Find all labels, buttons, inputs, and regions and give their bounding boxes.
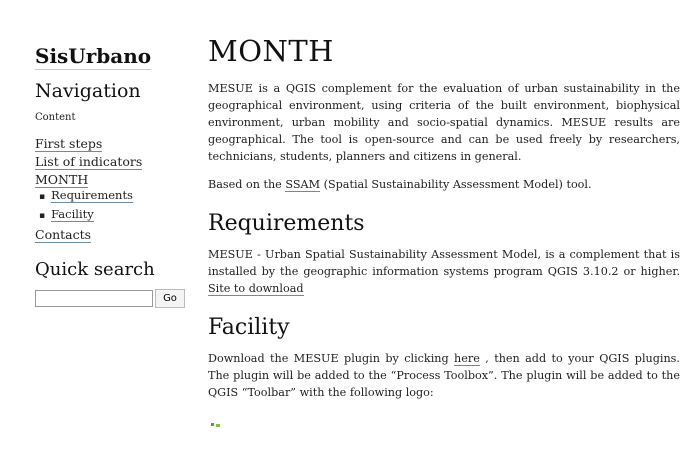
ssam-link[interactable]: SSAM <box>285 178 321 192</box>
quick-search-heading: Quick search <box>35 259 155 280</box>
toc-link-facility[interactable]: Facility <box>51 207 94 222</box>
toc-item: List of indicators <box>35 154 185 170</box>
facility-heading: Facility <box>208 315 290 340</box>
site-brand[interactable]: SisUrbano <box>35 44 152 70</box>
navigation-heading: Navigation <box>35 80 141 102</box>
mesue-logo-icon <box>211 423 220 427</box>
toc-item: First steps <box>35 136 185 152</box>
toc-link-contacts[interactable]: Contacts <box>35 227 92 243</box>
toc-item: MONTH Requirements Facility <box>35 172 185 224</box>
toc-list: First steps List of indicators MONTH Req… <box>35 136 185 243</box>
based-on-paragraph: Based on the SSAM (Spatial Sustainabilit… <box>208 176 680 193</box>
toc-link-month[interactable]: MONTH <box>35 172 89 188</box>
main-content: MONTH MESUE is a QGIS complement for the… <box>208 34 680 431</box>
facility-prefix: Download the MESUE plugin by clicking <box>208 352 455 365</box>
search-form: Go <box>35 289 185 308</box>
toc-link-list-of-indicators[interactable]: List of indicators <box>35 154 143 170</box>
facility-paragraph: Download the MESUE plugin by clicking he… <box>208 350 680 401</box>
toc-link-first-steps[interactable]: First steps <box>35 136 103 152</box>
page-title: MONTH <box>208 34 334 68</box>
requirements-paragraph: MESUE - Urban Spatial Sustainability Ass… <box>208 246 680 297</box>
based-on-prefix: Based on the <box>208 178 286 191</box>
toc-subitem: Facility <box>39 207 185 224</box>
sidebar: SisUrbano Navigation Content First steps… <box>35 44 185 308</box>
intro-paragraph: MESUE is a QGIS complement for the evalu… <box>208 82 680 163</box>
here-link[interactable]: here <box>454 352 480 366</box>
toc-item: Contacts <box>35 227 185 243</box>
requirements-heading: Requirements <box>208 211 365 236</box>
content-caption: Content <box>35 112 76 123</box>
site-to-download-link[interactable]: Site to download <box>208 282 304 296</box>
based-on-suffix: (Spatial Sustainability Assessment Model… <box>320 178 592 191</box>
search-input[interactable] <box>35 290 153 307</box>
toc-sublist: Requirements Facility <box>35 188 185 224</box>
toc-link-requirements[interactable]: Requirements <box>51 188 133 203</box>
toc-subitem: Requirements <box>39 188 185 205</box>
go-button[interactable]: Go <box>155 289 185 308</box>
requirements-text: MESUE - Urban Spatial Sustainability Ass… <box>208 248 680 278</box>
